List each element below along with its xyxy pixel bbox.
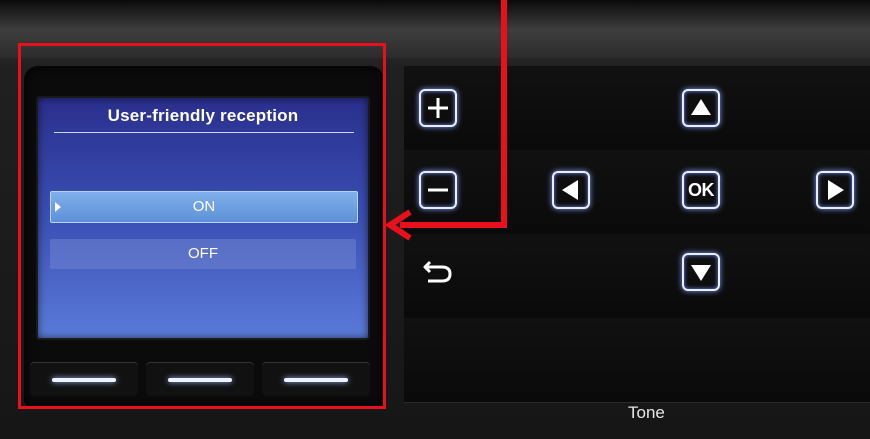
back-button[interactable] xyxy=(420,256,456,289)
pad-cell xyxy=(809,234,870,319)
callout-arrow-icon xyxy=(384,209,412,241)
pad-cell xyxy=(539,234,675,319)
plus-button[interactable] xyxy=(419,89,457,127)
ok-button[interactable]: OK xyxy=(682,171,720,209)
printer-control-panel: User-friendly reception ON OFF OK Tone xyxy=(0,0,870,439)
pad-cell xyxy=(674,318,810,403)
tone-label: Tone xyxy=(628,403,665,422)
down-button[interactable] xyxy=(682,253,720,291)
pad-cell xyxy=(809,66,870,151)
navigation-keypad xyxy=(404,66,870,403)
pad-cell xyxy=(539,66,675,151)
back-icon xyxy=(423,260,452,283)
arrow-left-icon xyxy=(562,180,578,200)
up-button[interactable] xyxy=(682,89,720,127)
pad-cell xyxy=(539,318,675,403)
left-button[interactable] xyxy=(552,171,590,209)
arrow-right-icon xyxy=(828,180,844,200)
plus-icon xyxy=(428,98,448,118)
right-button[interactable] xyxy=(816,171,854,209)
pad-cell xyxy=(809,318,870,403)
ok-label: OK xyxy=(688,180,715,200)
callout-line-horizontal xyxy=(400,222,507,228)
minus-icon xyxy=(428,188,448,192)
callout-line-vertical xyxy=(501,0,507,228)
arrow-up-icon xyxy=(691,99,711,115)
minus-button[interactable] xyxy=(419,171,457,209)
arrow-down-icon xyxy=(691,265,711,281)
pad-cell xyxy=(404,318,540,403)
highlight-frame xyxy=(18,43,386,409)
